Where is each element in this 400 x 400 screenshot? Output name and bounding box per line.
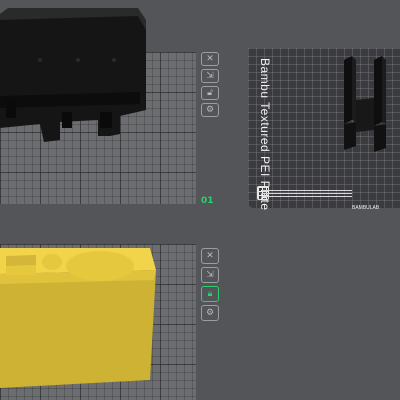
settings-icon[interactable]: ⚙︎ [201,103,219,117]
black-model[interactable] [0,0,200,160]
arrange-icon[interactable]: ⇲ [201,69,219,83]
yellow-model[interactable] [0,240,200,400]
settings-icon[interactable]: ⚙︎ [201,305,219,321]
upright-model[interactable] [330,50,400,160]
plate-number: 01 [201,196,214,206]
close-icon[interactable]: ✕ [201,248,219,264]
lock-icon[interactable]: 🔒︎ [201,286,219,302]
plate-1-toolbar: ✕ ⇲ 🔓︎ ⚙︎ [201,52,219,117]
close-icon[interactable]: ✕ [201,52,219,66]
plate-logo: BAMBULAB [352,205,380,211]
arrange-icon[interactable]: ⇲ [201,267,219,283]
unlock-icon[interactable]: 🔓︎ [201,86,219,100]
plate-3-toolbar: ✕ ⇲ 🔒︎ ⚙︎ [201,248,219,321]
plate-stripes [262,190,352,202]
